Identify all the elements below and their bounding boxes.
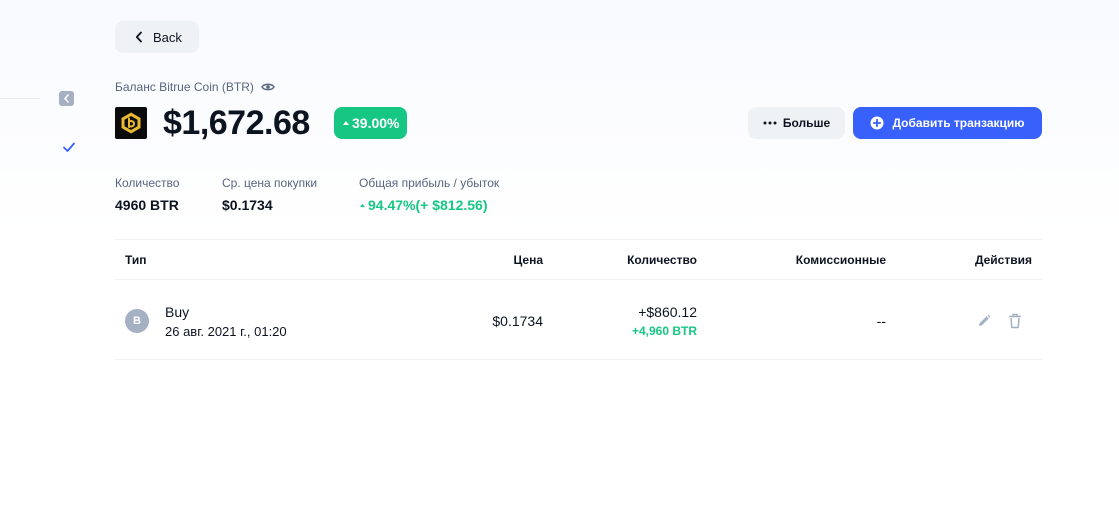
add-transaction-button[interactable]: Добавить транзакцию [853, 107, 1042, 139]
header-price[interactable]: Цена [513, 253, 543, 267]
header-fees[interactable]: Комиссионные [796, 253, 886, 267]
transaction-fees: -- [876, 313, 886, 329]
transaction-amount-usd: +$860.12 [638, 304, 697, 320]
sidebar-divider [0, 98, 40, 99]
bitrue-logo-icon [115, 107, 147, 139]
stat-avg-price: Ср. цена покупки $0.1734 [222, 175, 317, 214]
more-button-label: Больше [782, 116, 831, 130]
more-dots-icon [763, 121, 777, 125]
stat-quantity: Количество 4960 BTR [115, 175, 179, 214]
stat-pnl: Общая прибыль / убыток 94.47%(+ $812.56) [359, 175, 499, 214]
header-quantity[interactable]: Количество [627, 253, 697, 267]
change-badge: 39.00% [334, 107, 408, 139]
trash-icon[interactable] [1008, 313, 1022, 329]
table-header: Тип Цена Количество Комиссионные Действи… [115, 239, 1042, 280]
add-transaction-label: Добавить транзакцию [892, 116, 1025, 130]
page: Back Баланс Bitrue Coin (BTR) $1,672.68 … [0, 0, 1119, 525]
more-button[interactable]: Больше [748, 107, 845, 139]
transaction-price: $0.1734 [492, 313, 543, 329]
stat-quantity-value: 4960 BTR [115, 197, 179, 213]
caret-up-icon [343, 121, 349, 125]
caret-up-icon [360, 203, 365, 207]
transactions-table: Тип Цена Количество Комиссионные Действи… [115, 239, 1042, 360]
sidebar-collapse-button[interactable] [59, 91, 74, 106]
stat-avg-price-value: $0.1734 [222, 197, 273, 213]
stat-pnl-row: 94.47%(+ $812.56) [359, 196, 499, 214]
stat-pnl-label: Общая прибыль / убыток [359, 176, 500, 190]
table-row: B Buy 26 авг. 2021 г., 01:20 $0.1734 +$8… [115, 280, 1042, 360]
header-type[interactable]: Тип [125, 253, 147, 267]
transaction-type: Buy [165, 304, 190, 320]
back-button-label: Back [153, 29, 182, 45]
balance-value: $1,672.68 [163, 104, 310, 142]
stat-avg-price-label: Ср. цена покупки [222, 176, 318, 190]
change-value: 39.00% [352, 115, 400, 131]
header-actions: Действия [974, 253, 1032, 267]
stat-pnl-value: 94.47%(+ $812.56) [368, 197, 488, 213]
transaction-amount-coin: +4,960 BTR [631, 324, 697, 338]
check-icon[interactable] [62, 140, 76, 154]
chevron-left-icon [135, 31, 142, 43]
avatar: B [125, 309, 149, 333]
balance-label: Баланс Bitrue Coin (BTR) [115, 80, 254, 94]
plus-circle-icon [870, 116, 884, 130]
eye-icon[interactable] [261, 82, 275, 92]
transaction-date: 26 авг. 2021 г., 01:20 [165, 324, 287, 339]
stat-quantity-label: Количество [115, 176, 180, 190]
collapse-icon [64, 94, 69, 103]
balance-label-row: Баланс Bitrue Coin (BTR) [115, 80, 275, 94]
back-button[interactable]: Back [115, 21, 199, 53]
pencil-icon[interactable] [977, 314, 991, 328]
